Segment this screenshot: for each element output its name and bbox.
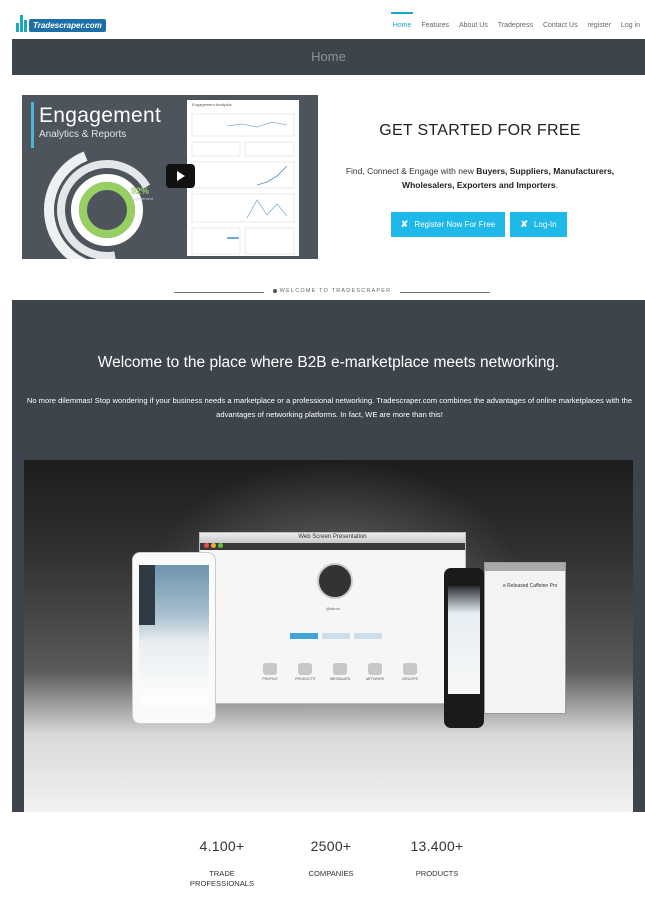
register-button[interactable]: ✘ Register Now For Free: [391, 212, 505, 237]
stat-label: PRODUCTS: [415, 869, 459, 878]
profile-icon: [263, 663, 277, 675]
nav-log-in[interactable]: Log in: [616, 12, 645, 39]
profile-button-1: [290, 633, 318, 639]
section-divider: WELCOME TO TRADESCRAPER: [174, 286, 490, 298]
login-button[interactable]: ✘ Log-In: [510, 212, 567, 237]
stats-section: 4.100+ TRADE PROFESSIONALS 2500+ COMPANI…: [12, 838, 645, 903]
tool-icon: ✘: [400, 219, 409, 229]
stat-label: COMPANIES: [308, 869, 354, 878]
logo-text: Tradescraper.com: [29, 19, 106, 32]
play-icon[interactable]: [166, 164, 195, 188]
messages-icon: [333, 663, 347, 675]
login-button-label: Log-In: [533, 220, 557, 229]
engagement-donut-chart: [44, 147, 170, 259]
profile-label: PROFILE: [262, 677, 278, 681]
report-preview: Engagement Analytics: [187, 100, 299, 256]
register-button-label: Register Now For Free: [414, 220, 496, 229]
window-titlebar: Web Screen Presentation: [200, 533, 465, 548]
stat-companies: 2500+ COMPANIES: [292, 838, 370, 879]
stat-products: 13.400+ PRODUCTS: [394, 838, 480, 879]
hero-text-suffix: .: [555, 180, 558, 190]
devices-showcase-image: e Released Caffeine Pro Web Screen Prese…: [24, 460, 633, 812]
nav-tradepress[interactable]: Tradepress: [493, 12, 538, 39]
report-charts: [191, 113, 295, 255]
phone-device: [444, 568, 484, 728]
engagement-percent: 92%: [131, 186, 150, 196]
main-nav: Home Features About Us Tradepress Contac…: [388, 12, 645, 39]
video-subtitle: Analytics & Reports: [39, 129, 127, 140]
stat-number: 13.400+: [410, 838, 464, 854]
groups-icon: [403, 663, 417, 675]
groups-tile: GROUPS: [400, 663, 420, 681]
window-navbar: [200, 543, 465, 550]
divider-label: WELCOME TO TRADESCRAPER: [272, 288, 392, 294]
nav-home[interactable]: Home: [388, 12, 417, 39]
products-label: PRODUCTS: [295, 677, 316, 681]
welcome-heading: Welcome to the place where B2B e-marketp…: [97, 354, 560, 371]
nav-about-us[interactable]: About Us: [454, 12, 493, 39]
nav-register[interactable]: register: [583, 12, 616, 39]
page-frame: Tradescraper.com Home Features About Us …: [12, 12, 645, 903]
products-icon: [298, 663, 312, 675]
back-window: e Released Caffeine Pro: [484, 562, 566, 714]
products-tile: PRODUCTS: [295, 663, 315, 681]
top-navigation-bar: Tradescraper.com Home Features About Us …: [12, 12, 645, 39]
title-accent-bar: [31, 102, 34, 148]
engagement-caption: engagement: [131, 196, 154, 201]
divider-line-right: [400, 292, 490, 293]
video-title: Engagement: [39, 104, 162, 127]
tablet-screen: [139, 565, 209, 705]
messages-tile: MESSAGES: [330, 663, 350, 681]
page-title: Home: [311, 49, 346, 64]
welcome-paragraph: No more dilemmas! Stop wondering if your…: [26, 396, 633, 419]
hero-title: GET STARTED FOR FREE: [379, 122, 581, 139]
groups-label: GROUPS: [402, 677, 418, 681]
nav-features[interactable]: Features: [416, 12, 454, 39]
back-window-bar: [485, 563, 565, 571]
hero-text-prefix: Find, Connect & Engage with new: [345, 166, 477, 176]
profile-tile: PROFILE: [260, 663, 280, 681]
network-tile: NETWORK: [365, 663, 385, 681]
window-title: Web Screen Presentation: [298, 534, 367, 540]
messages-label: MESSAGES: [330, 677, 351, 681]
divider-text: WELCOME TO TRADESCRAPER: [279, 288, 392, 294]
stat-number: 4.100+: [199, 838, 245, 854]
stat-trade-professionals: 4.100+ TRADE PROFESSIONALS: [182, 838, 262, 889]
back-window-text: e Released Caffeine Pro: [503, 583, 558, 589]
avatar: [317, 563, 353, 599]
tablet-device: [132, 552, 216, 724]
phone-screen: [448, 586, 480, 694]
divider-line-left: [174, 292, 264, 293]
stat-number: 2500+: [310, 838, 352, 854]
profile-icons: PROFILE PRODUCTS MESSAGES NETWORK GROUPS: [260, 663, 420, 681]
network-icon: [368, 663, 382, 675]
bullet-icon: [272, 288, 277, 293]
desktop-window: Web Screen Presentation @sbrnu PROFILE P…: [199, 532, 466, 704]
page-title-band: Home: [12, 39, 645, 75]
network-label: NETWORK: [365, 677, 385, 681]
profile-button-2: [322, 633, 350, 639]
hero-text: Find, Connect & Engage with new Buyers, …: [330, 164, 630, 192]
profile-button-3: [354, 633, 382, 639]
profile-username: @sbrnu: [325, 606, 341, 611]
site-logo[interactable]: Tradescraper.com: [16, 15, 106, 32]
tool-icon: ✘: [520, 219, 528, 229]
nav-contact-us[interactable]: Contact Us: [538, 12, 583, 39]
intro-video[interactable]: Engagement Analytics & Reports 92% engag…: [22, 95, 318, 259]
building-icon: [16, 15, 27, 32]
stat-label: TRADE PROFESSIONALS: [189, 869, 255, 888]
